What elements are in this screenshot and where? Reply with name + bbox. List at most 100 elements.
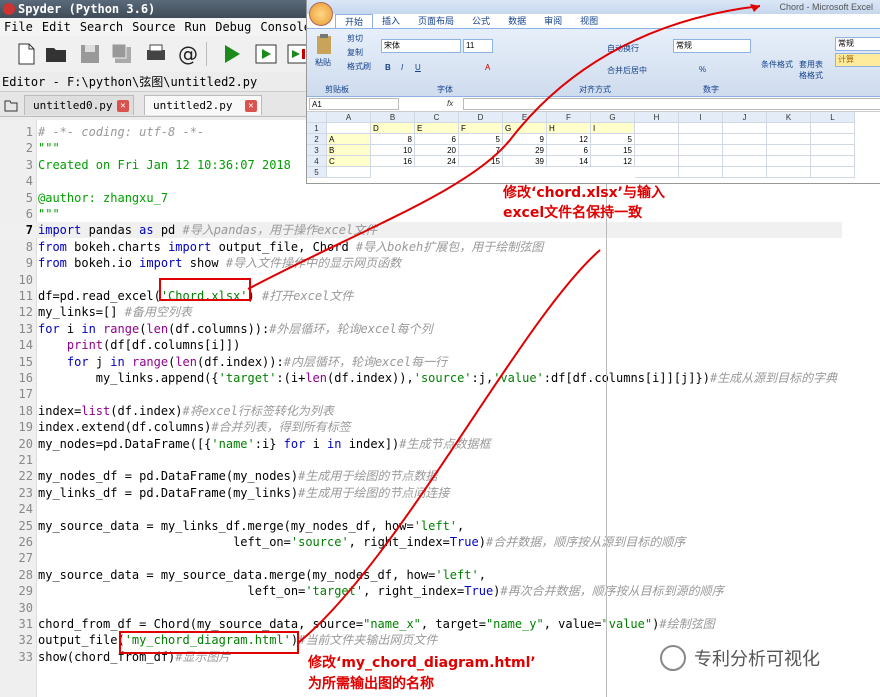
cell[interactable]: 5: [459, 134, 503, 145]
percent-button[interactable]: %: [699, 65, 706, 74]
open-folder-icon[interactable]: [44, 42, 68, 66]
menu-item-edit[interactable]: Edit: [42, 18, 71, 36]
cell[interactable]: D: [371, 123, 415, 134]
ribbon-tab[interactable]: 视图: [571, 14, 607, 28]
ribbon-tab[interactable]: 插入: [373, 14, 409, 28]
cell[interactable]: 6: [547, 145, 591, 156]
cell[interactable]: [723, 156, 767, 167]
office-button-icon[interactable]: [309, 2, 333, 26]
ribbon-tab[interactable]: 审阅: [535, 14, 571, 28]
close-icon[interactable]: ✕: [117, 100, 129, 112]
new-file-icon[interactable]: [14, 42, 38, 66]
cell[interactable]: 12: [591, 156, 635, 167]
tab-untitled0[interactable]: untitled0.py ✕: [24, 95, 134, 115]
cell[interactable]: 24: [415, 156, 459, 167]
save-icon[interactable]: [78, 42, 102, 66]
cell[interactable]: 29: [503, 145, 547, 156]
cell[interactable]: [723, 145, 767, 156]
browse-tabs-icon[interactable]: [4, 98, 18, 112]
style-calc[interactable]: 计算: [835, 53, 880, 67]
at-sign-icon[interactable]: @: [176, 42, 200, 66]
paste-label[interactable]: 粘贴: [315, 57, 331, 68]
style-normal[interactable]: 常规: [835, 37, 880, 51]
cell[interactable]: B: [327, 145, 371, 156]
ribbon-tab[interactable]: 页面布局: [409, 14, 463, 28]
ribbon-tab[interactable]: 数据: [499, 14, 535, 28]
cell[interactable]: [635, 145, 679, 156]
copy-button[interactable]: 复制: [347, 47, 363, 58]
run-icon[interactable]: [220, 42, 244, 66]
cell[interactable]: [811, 134, 855, 145]
menu-item-debug[interactable]: Debug: [215, 18, 251, 36]
cell[interactable]: [811, 167, 855, 178]
formula-input[interactable]: [463, 98, 880, 110]
ribbon-tab[interactable]: 开始: [335, 14, 374, 28]
underline-button[interactable]: U: [415, 63, 421, 72]
paste-icon[interactable]: [315, 33, 333, 55]
code-editor[interactable]: 1 # -*- coding: utf-8 -*- 2 """ 3 Created on …: [0, 120, 880, 697]
cell[interactable]: 20: [415, 145, 459, 156]
wrap-text-button[interactable]: 自动换行: [607, 43, 639, 54]
font-name-select[interactable]: 宋体: [381, 39, 461, 53]
cell[interactable]: I: [591, 123, 635, 134]
merge-center-button[interactable]: 合并后居中: [607, 65, 647, 76]
cell[interactable]: E: [415, 123, 459, 134]
cell[interactable]: [767, 134, 811, 145]
cell[interactable]: G: [503, 123, 547, 134]
ribbon-tab[interactable]: 公式: [463, 14, 499, 28]
menu-item-search[interactable]: Search: [80, 18, 123, 36]
cell[interactable]: 5: [591, 134, 635, 145]
name-box[interactable]: A1: [309, 98, 399, 110]
save-all-icon[interactable]: [110, 42, 134, 66]
cell[interactable]: 15: [459, 156, 503, 167]
cell[interactable]: [811, 156, 855, 167]
cut-button[interactable]: 剪切: [347, 33, 363, 44]
cell[interactable]: [723, 134, 767, 145]
cell[interactable]: [723, 167, 767, 178]
menu-item-run[interactable]: Run: [185, 18, 207, 36]
cell[interactable]: 9: [503, 134, 547, 145]
cell[interactable]: 16: [371, 156, 415, 167]
cell[interactable]: [811, 123, 855, 134]
cell[interactable]: [327, 167, 371, 178]
cell[interactable]: 15: [591, 145, 635, 156]
cell[interactable]: A: [327, 134, 371, 145]
cell[interactable]: [635, 156, 679, 167]
font-size-select[interactable]: 11: [463, 39, 493, 53]
code-line[interactable]: 7 import pandas as pd #导入pandas，用于操作excel…: [0, 222, 842, 239]
menu-item-file[interactable]: File: [4, 18, 33, 36]
cell[interactable]: [767, 167, 811, 178]
cell[interactable]: [635, 123, 679, 134]
tab-untitled2[interactable]: untitled2.py ✕: [144, 95, 262, 115]
cell[interactable]: 8: [371, 134, 415, 145]
conditional-format-button[interactable]: 条件格式: [761, 59, 795, 70]
table-format-button[interactable]: 套用表格格式: [799, 59, 829, 81]
print-icon[interactable]: [144, 42, 168, 66]
cell[interactable]: 10: [371, 145, 415, 156]
cell[interactable]: 12: [547, 134, 591, 145]
italic-button[interactable]: I: [401, 63, 403, 72]
fx-icon[interactable]: fx: [447, 99, 453, 108]
cell[interactable]: [679, 145, 723, 156]
cell[interactable]: [679, 123, 723, 134]
run-cell-icon[interactable]: [254, 42, 278, 66]
cell[interactable]: [635, 167, 679, 178]
cell[interactable]: [767, 145, 811, 156]
cell[interactable]: [767, 156, 811, 167]
cell[interactable]: 14: [547, 156, 591, 167]
menu-item-source[interactable]: Source: [132, 18, 175, 36]
cell[interactable]: [723, 123, 767, 134]
cell[interactable]: [767, 123, 811, 134]
cell[interactable]: F: [459, 123, 503, 134]
cell[interactable]: [811, 145, 855, 156]
font-color-button[interactable]: A: [485, 63, 490, 72]
number-format-select[interactable]: 常规: [673, 39, 751, 53]
cell[interactable]: [679, 134, 723, 145]
cell[interactable]: 7: [459, 145, 503, 156]
cell[interactable]: [679, 156, 723, 167]
bold-button[interactable]: B: [385, 63, 391, 72]
cell[interactable]: [635, 134, 679, 145]
format-painter-button[interactable]: 格式刷: [347, 61, 371, 72]
cell[interactable]: [679, 167, 723, 178]
close-icon[interactable]: ✕: [245, 100, 257, 112]
